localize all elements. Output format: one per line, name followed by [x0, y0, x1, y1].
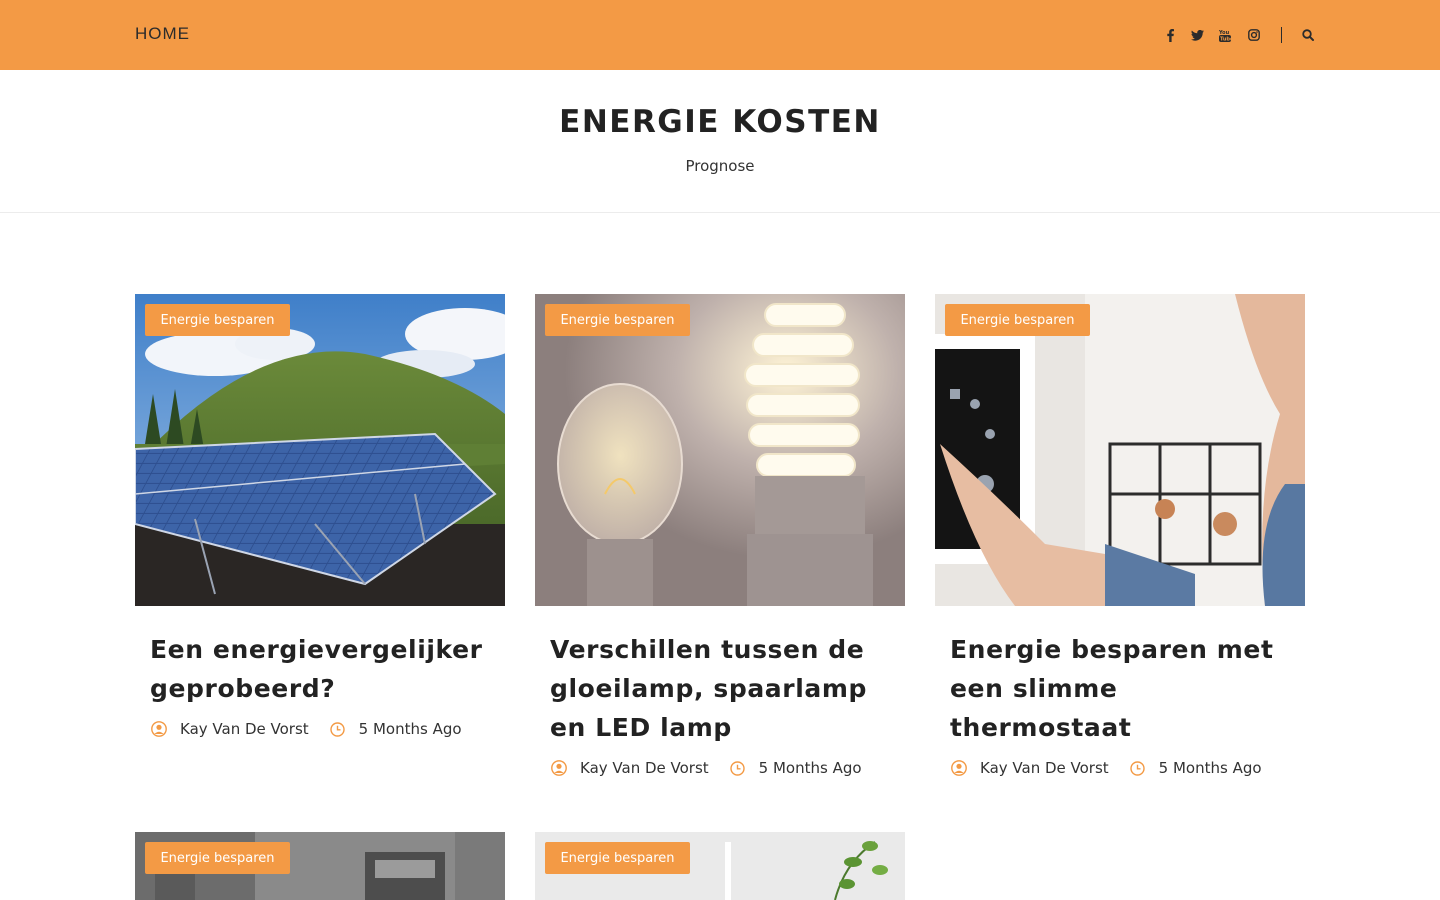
user-icon — [550, 759, 568, 777]
site-tagline: Prognose — [685, 157, 755, 175]
post-card: Energie besparen Energie besparen met ee… — [935, 294, 1305, 777]
category-badge[interactable]: Energie besparen — [145, 304, 290, 336]
post-thumbnail-solar-panels[interactable]: Energie besparen — [135, 294, 505, 606]
post-date[interactable]: 5 Months Ago — [759, 759, 862, 777]
header-divider — [0, 212, 1440, 213]
post-title[interactable]: Verschillen tussen de gloeilamp, spaarla… — [550, 630, 890, 747]
post-card: Energie besparen Een energievergelijker … — [135, 294, 505, 738]
category-badge[interactable]: Energie besparen — [945, 304, 1090, 336]
post-thumbnail-plant[interactable]: Energie besparen — [535, 832, 905, 900]
post-card: Energie besparen — [135, 832, 505, 900]
top-navigation-bar: HOME YouTube — [0, 0, 1440, 70]
post-date[interactable]: 5 Months Ago — [1159, 759, 1262, 777]
post-author[interactable]: Kay Van De Vorst — [180, 720, 309, 738]
post-title[interactable]: Energie besparen met een slimme thermost… — [950, 630, 1290, 747]
post-thumbnail-street[interactable]: Energie besparen — [135, 832, 505, 900]
nav-home-link[interactable]: HOME — [135, 24, 190, 44]
post-date[interactable]: 5 Months Ago — [359, 720, 462, 738]
post-meta: Kay Van De Vorst 5 Months Ago — [150, 720, 490, 738]
post-meta: Kay Van De Vorst 5 Months Ago — [550, 759, 890, 777]
facebook-icon[interactable] — [1164, 27, 1176, 43]
post-meta: Kay Van De Vorst 5 Months Ago — [950, 759, 1290, 777]
post-title[interactable]: Een energievergelijker geprobeerd? — [150, 630, 490, 708]
post-card: Energie besparen — [535, 832, 905, 900]
post-author[interactable]: Kay Van De Vorst — [580, 759, 709, 777]
twitter-icon[interactable] — [1190, 27, 1204, 43]
site-title[interactable]: ENERGIE KOSTEN — [0, 104, 1440, 140]
clock-icon — [729, 759, 747, 777]
post-thumbnail-light-bulbs[interactable]: Energie besparen — [535, 294, 905, 606]
user-icon — [950, 759, 968, 777]
search-icon[interactable] — [1301, 27, 1315, 43]
youtube-icon[interactable]: YouTube — [1218, 27, 1232, 43]
instagram-icon[interactable] — [1247, 27, 1260, 43]
category-badge[interactable]: Energie besparen — [145, 842, 290, 874]
post-card: Energie besparen Verschillen tussen de g… — [535, 294, 905, 777]
user-icon — [150, 720, 168, 738]
svg-text:Tube: Tube — [1220, 36, 1231, 42]
clock-icon — [329, 720, 347, 738]
post-author[interactable]: Kay Van De Vorst — [980, 759, 1109, 777]
category-badge[interactable]: Energie besparen — [545, 842, 690, 874]
clock-icon — [1129, 759, 1147, 777]
category-badge[interactable]: Energie besparen — [545, 304, 690, 336]
post-thumbnail-smart-thermostat[interactable]: Energie besparen — [935, 294, 1305, 606]
nav-divider — [1281, 27, 1282, 43]
